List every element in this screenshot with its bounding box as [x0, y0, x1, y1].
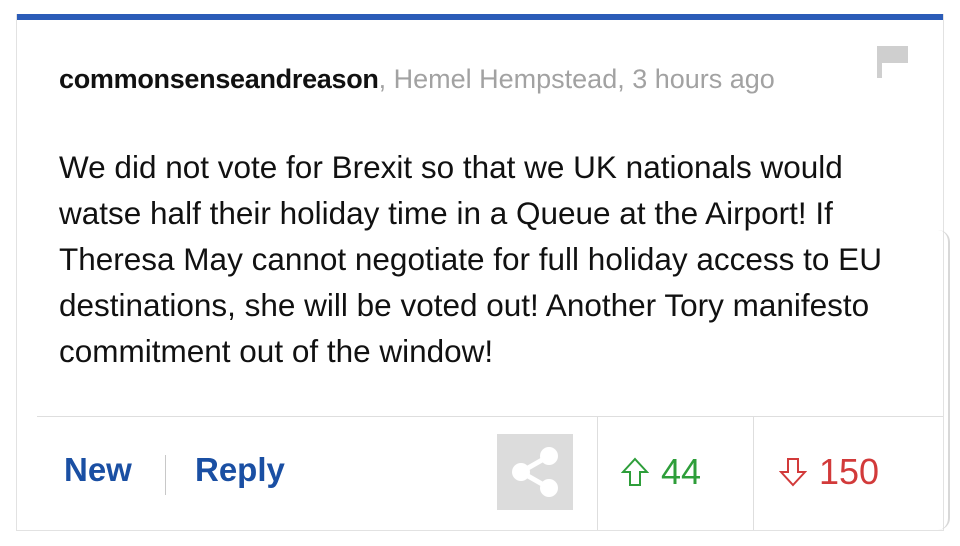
- share-icon: [512, 447, 558, 497]
- separator: [165, 455, 166, 495]
- upvote-count: 44: [661, 451, 702, 492]
- comment-header: commonsenseandreason, Hemel Hempstead, 3…: [59, 61, 839, 98]
- share-button[interactable]: [497, 434, 573, 510]
- comment-body: We did not vote for Brexit so that we UK…: [59, 149, 882, 369]
- arrow-down-icon: [779, 458, 807, 487]
- new-button[interactable]: New: [64, 451, 132, 489]
- downvote-count: 150: [819, 451, 880, 492]
- accent-bar: [17, 14, 943, 20]
- comment-author[interactable]: commonsenseandreason: [59, 64, 379, 94]
- upvote-button[interactable]: 44: [621, 451, 701, 493]
- scroll-edge: [936, 230, 950, 530]
- arrow-up-icon: [621, 457, 649, 486]
- column-divider: [753, 417, 754, 530]
- comment-footer: New Reply 44 150: [17, 417, 943, 530]
- reply-button[interactable]: Reply: [195, 451, 285, 489]
- comment-card: commonsenseandreason, Hemel Hempstead, 3…: [16, 14, 944, 531]
- comment-meta: , Hemel Hempstead, 3 hours ago: [378, 64, 775, 94]
- downvote-button[interactable]: 150: [779, 451, 879, 493]
- flag-icon[interactable]: [875, 44, 911, 80]
- column-divider: [597, 417, 598, 530]
